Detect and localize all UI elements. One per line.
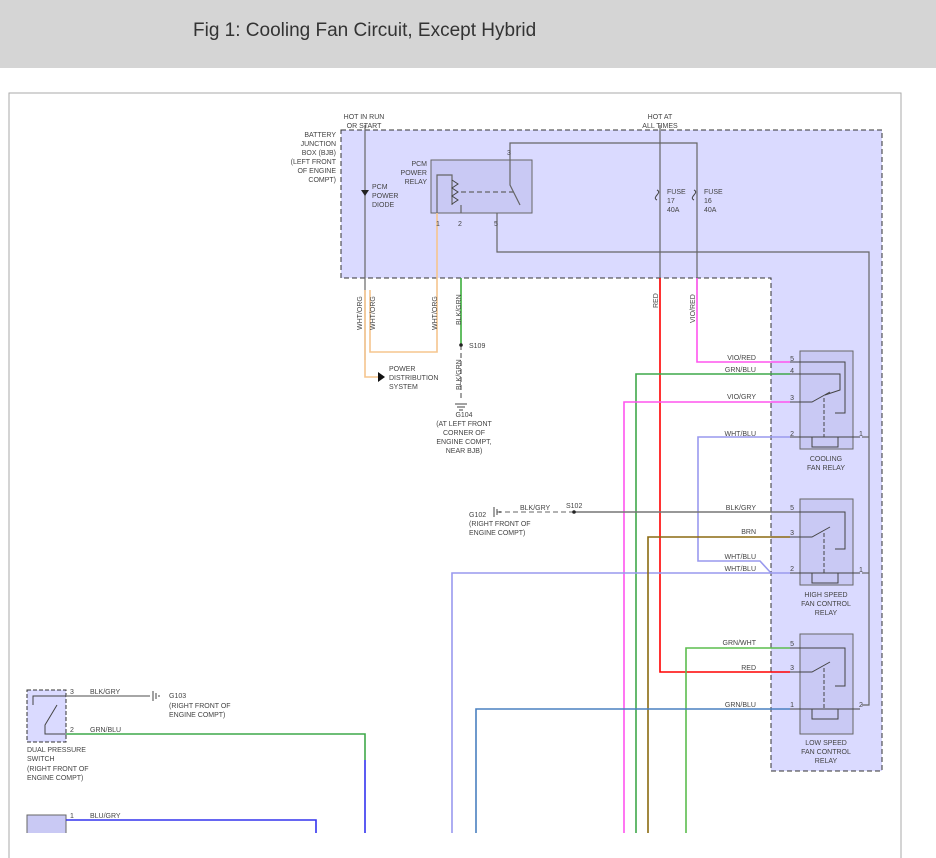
svg-text:3: 3 (790, 665, 794, 672)
svg-text:5: 5 (790, 505, 794, 512)
wire-label: WHT/BLU (725, 431, 757, 438)
wire-label: WHT/ORG (432, 296, 439, 330)
wire-label: WHT/BLU (725, 554, 757, 561)
svg-text:3: 3 (790, 530, 794, 537)
wire-label: WHT/ORG (357, 296, 364, 330)
wire-label: GRN/WHT (723, 640, 757, 647)
wire-label: GRN/BLU (725, 702, 756, 709)
wiring-diagram: HOT IN RUN OR START BATTERY JUNCTION BOX (B… (8, 92, 902, 858)
wire-label: BRN (741, 529, 756, 536)
svg-text:1: 1 (790, 702, 794, 709)
wire-label: RED (653, 293, 660, 308)
pin-label: 2 (458, 221, 462, 228)
svg-text:1: 1 (859, 431, 863, 438)
wire-label: WHT/ORG (370, 296, 377, 330)
svg-text:2: 2 (790, 566, 794, 573)
wire-label: RED (741, 665, 756, 672)
svg-text:2: 2 (859, 702, 863, 709)
wire-label: BLK/GRN (456, 359, 463, 390)
wire-label: VIO/RED (727, 355, 756, 362)
wire-label: GRN/BLU (725, 367, 756, 374)
pin-label: 3 (507, 150, 511, 157)
wire-label: BLK/GRY (520, 505, 551, 512)
wire-label: GRN/BLU (90, 727, 121, 734)
splice-s102-label: S102 (566, 503, 582, 510)
pin-label: 5 (494, 221, 498, 228)
svg-text:1: 1 (859, 567, 863, 574)
svg-text:1: 1 (70, 813, 74, 820)
pin-label: 1 (436, 221, 440, 228)
pcm-power-relay (430, 159, 533, 214)
svg-text:3: 3 (790, 395, 794, 402)
wire-label: BLK/GRY (726, 505, 757, 512)
wire-label: BLK/GRY (90, 689, 121, 696)
svg-text:2: 2 (790, 431, 794, 438)
svg-text:5: 5 (790, 356, 794, 363)
splice-s109-label: S109 (469, 343, 485, 350)
svg-text:2: 2 (70, 727, 74, 734)
wire-label: BLU/GRY (90, 813, 121, 820)
svg-text:3: 3 (70, 689, 74, 696)
wire-label: WHT/BLU (725, 566, 757, 573)
wire-label: BLK/GRN (456, 294, 463, 325)
svg-text:5: 5 (790, 641, 794, 648)
wire-label: VIO/GRY (727, 394, 756, 401)
svg-text:4: 4 (790, 368, 794, 375)
wire-label: VIO/RED (690, 294, 697, 323)
